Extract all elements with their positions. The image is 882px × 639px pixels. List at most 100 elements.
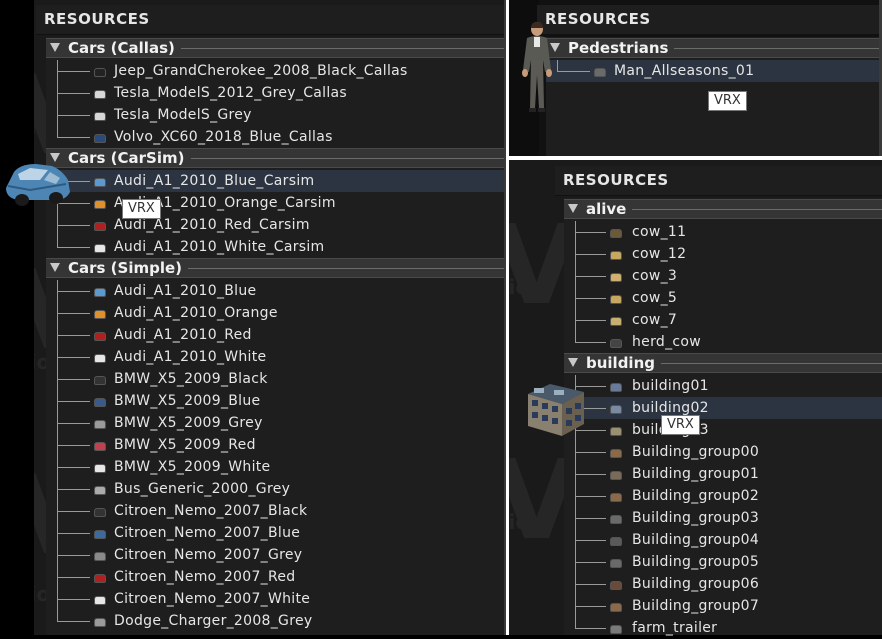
resource-thumbnail-icon (610, 427, 622, 436)
tree-connector (557, 71, 590, 72)
tree-connector (575, 298, 606, 299)
tree-item-label: Building_group04 (632, 532, 760, 548)
resource-thumbnail-icon (610, 339, 622, 348)
tree-connector (57, 599, 90, 600)
resource-thumbnail-icon (610, 273, 622, 282)
tree-item[interactable]: Audi_A1_2010_Blue_Carsim (46, 170, 504, 192)
category-pedestrians[interactable]: Pedestrians (546, 38, 882, 58)
resource-thumbnail-icon (610, 449, 622, 458)
tree-item-label: cow_7 (632, 312, 678, 328)
tree-item-label: cow_12 (632, 246, 687, 262)
resource-thumbnail-icon (610, 581, 622, 590)
tree-item[interactable]: Audi_A1_2010_Red (46, 324, 504, 346)
tree-connector (57, 577, 90, 578)
tree-item[interactable]: building03 (564, 419, 882, 441)
tree-item-label: Tesla_ModelS_Grey (114, 107, 252, 123)
tree-item[interactable]: BMW_X5_2009_Red (46, 434, 504, 456)
tree-item[interactable]: BMW_X5_2009_Grey (46, 412, 504, 434)
tree-connector (57, 291, 90, 292)
tree-item[interactable]: herd_cow (564, 331, 882, 353)
category-alive[interactable]: alive (564, 199, 882, 219)
tree-item-label: BMW_X5_2009_Blue (114, 393, 261, 409)
tree-item[interactable]: Tesla_ModelS_Grey (46, 104, 504, 126)
tree-connector (57, 379, 90, 380)
tree-item[interactable]: Audi_A1_2010_Blue (46, 280, 504, 302)
tree-item[interactable]: Building_group06 (564, 573, 882, 595)
resource-thumbnail-icon (610, 603, 622, 612)
expand-triangle-icon[interactable] (568, 204, 578, 213)
resource-thumbnail-icon (610, 515, 622, 524)
resource-thumbnail-icon (94, 222, 106, 231)
resource-tree[interactable]: Cars (Callas) Jeep_GrandCherokee_2008_Bla… (46, 37, 504, 635)
resource-thumbnail-icon (610, 317, 622, 326)
tree-item-label: Building_group02 (632, 488, 760, 504)
tree-item[interactable]: Bus_Generic_2000_Grey (46, 478, 504, 500)
tree-item[interactable]: cow_7 (564, 309, 882, 331)
tree-connector (575, 254, 606, 255)
tree-item-label: BMW_X5_2009_Black (114, 371, 268, 387)
tree-connector (57, 137, 90, 138)
tree-item[interactable]: Building_group00 (564, 441, 882, 463)
tree-item[interactable]: Building_group03 (564, 507, 882, 529)
tree-item[interactable]: cow_12 (564, 243, 882, 265)
expand-triangle-icon[interactable] (568, 358, 578, 367)
tree-item[interactable]: Jeep_GrandCherokee_2008_Black_Callas (46, 60, 504, 82)
resource-thumbnail-icon (94, 618, 106, 627)
tree-item[interactable]: Citroen_Nemo_2007_Grey (46, 544, 504, 566)
tree-connector (575, 606, 606, 607)
tree-item[interactable]: Dodge_Charger_2008_Grey (46, 610, 504, 632)
tree-item[interactable]: Citroen_Nemo_2007_Red (46, 566, 504, 588)
category-cars-callas[interactable]: Cars (Callas) (46, 38, 504, 58)
tree-item[interactable]: BMW_X5_2009_Black (46, 368, 504, 390)
tree-item[interactable]: Audi_A1_2010_White_Carsim (46, 236, 504, 258)
tree-item[interactable]: Citroen_Nemo_2007_White (46, 588, 504, 610)
tree-item[interactable]: BMW_X5_2009_Blue (46, 390, 504, 412)
tree-item[interactable]: Citroen_Nemo_2007_Black (46, 500, 504, 522)
tree-item[interactable]: Building_group05 (564, 551, 882, 573)
tree-item[interactable]: cow_11 (564, 221, 882, 243)
watermark-text: tion (509, 275, 544, 299)
tree-item[interactable]: Citroen_Nemo_2007_Blue (46, 522, 504, 544)
tree-connector (57, 621, 90, 622)
category-cars-carsim[interactable]: Cars (CarSim) (46, 148, 504, 168)
tree-item-label: Building_group03 (632, 510, 760, 526)
tree-item[interactable]: Tesla_ModelS_2012_Grey_Callas (46, 82, 504, 104)
tree-branch-line (57, 60, 58, 137)
tree-item[interactable]: Building_group01 (564, 463, 882, 485)
tree-connector (57, 93, 90, 94)
tree-item[interactable]: Audi_A1_2010_Orange_Carsim (46, 192, 504, 214)
tree-item[interactable]: farm_trailer (564, 617, 882, 639)
tree-connector (57, 115, 90, 116)
tree-item-label: Dodge_Charger_2008_Grey (114, 613, 313, 629)
tree-connector (575, 628, 606, 629)
tree-item[interactable]: BMW_X5_2009_White (46, 456, 504, 478)
tree-item[interactable]: Building_group07 (564, 595, 882, 617)
tree-item[interactable]: Audi_A1_2010_White (46, 346, 504, 368)
resource-tree[interactable]: alive cow_11 cow_12 cow_3 cow_5 cow_7 herd_cow… (564, 198, 882, 636)
tree-item[interactable]: building01 (564, 375, 882, 397)
resources-header: RESOURCES (555, 166, 882, 196)
resource-thumbnail-icon (94, 398, 106, 407)
tree-item[interactable]: cow_5 (564, 287, 882, 309)
tree-connector (57, 313, 90, 314)
tree-item-label: Jeep_GrandCherokee_2008_Black_Callas (114, 63, 408, 79)
tree-item-label: building01 (632, 378, 709, 394)
tree-item[interactable]: Building_group02 (564, 485, 882, 507)
category-building[interactable]: building (564, 353, 882, 373)
tree-item-label: Tesla_ModelS_2012_Grey_Callas (114, 85, 348, 101)
tree-item[interactable]: Volvo_XC60_2018_Blue_Callas (46, 126, 504, 148)
tree-connector (57, 423, 90, 424)
tree-item[interactable]: Audi_A1_2010_Orange (46, 302, 504, 324)
tree-item[interactable]: Building_group04 (564, 529, 882, 551)
tree-item[interactable]: Man_Allseasons_01 (546, 60, 882, 82)
tree-item[interactable]: Audi_A1_2010_Red_Carsim (46, 214, 504, 236)
resource-thumbnail-icon (610, 295, 622, 304)
expand-triangle-icon[interactable] (50, 43, 60, 52)
category-cars-simple[interactable]: Cars (Simple) (46, 258, 504, 278)
category-rule (661, 363, 882, 364)
tree-item[interactable]: cow_3 (564, 265, 882, 287)
tree-item[interactable]: building02 (564, 397, 882, 419)
category-rule (674, 48, 882, 49)
expand-triangle-icon[interactable] (50, 263, 60, 272)
resource-thumbnail-icon (94, 376, 106, 385)
